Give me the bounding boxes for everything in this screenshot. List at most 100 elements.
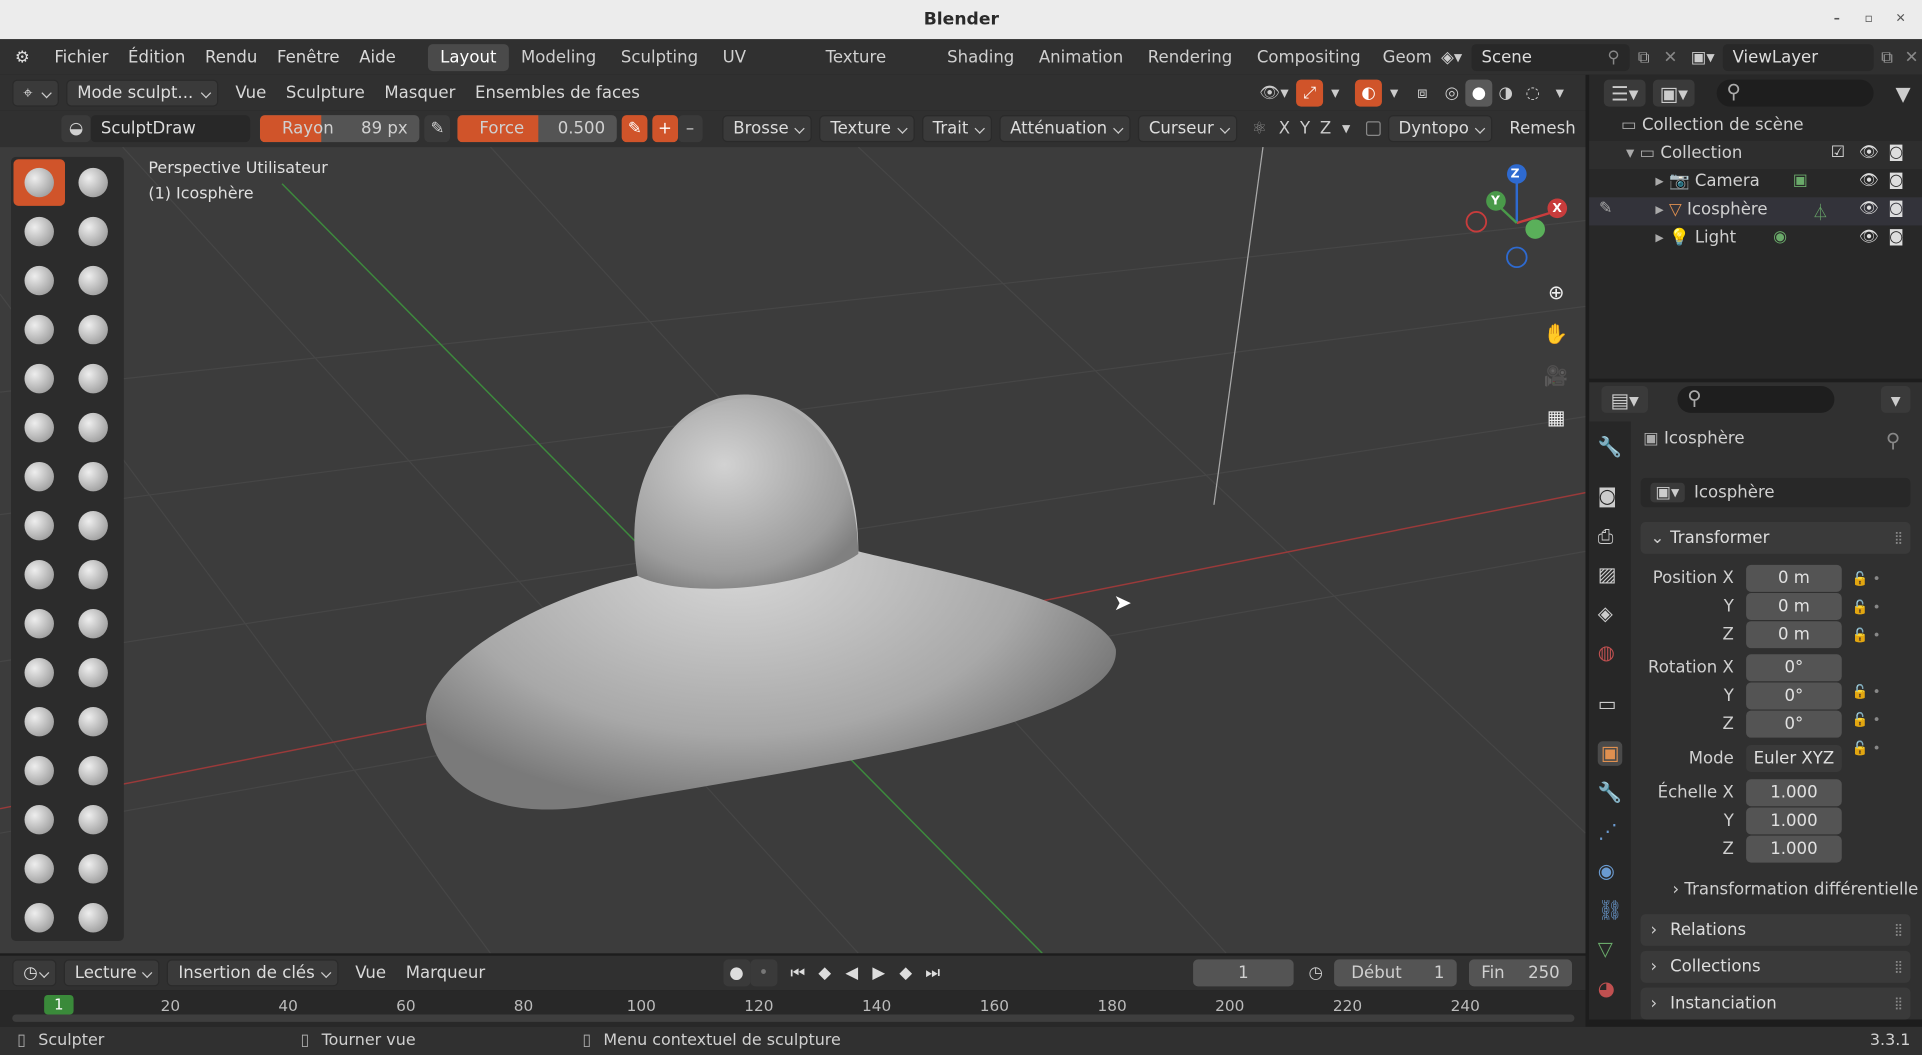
transform-panel-header[interactable]: ⌄ Transformer ⣿ <box>1640 521 1911 554</box>
expand-icon[interactable]: ▸ <box>1655 200 1669 220</box>
layer-tool[interactable] <box>67 257 119 304</box>
timeline-scrollbar[interactable] <box>12 1014 1575 1022</box>
symmetry-dropdown-icon[interactable]: ▾ <box>1336 119 1357 139</box>
smear-tool[interactable] <box>67 845 119 892</box>
options-dropdown-icon[interactable]: ▾ <box>1880 385 1911 413</box>
strength-pressure-icon[interactable]: ✎ <box>622 115 648 143</box>
instancing-panel-header[interactable]: › Instanciation ⣿ <box>1640 987 1911 1020</box>
delete-scene-icon[interactable]: ✕ <box>1658 47 1682 67</box>
symmetry-z[interactable]: Z <box>1315 119 1336 139</box>
collection-eye-icon[interactable]: 👁 <box>1859 143 1879 161</box>
outliner-search-input[interactable]: ⚲ <box>1716 79 1874 107</box>
scrape-tool[interactable] <box>13 453 65 500</box>
scale-z-field[interactable]: 1.000 <box>1746 835 1842 863</box>
properties-search-input[interactable]: ⚲ <box>1677 385 1835 413</box>
output-tab-icon[interactable]: ⎙ <box>1598 524 1623 549</box>
slide-relax-tool[interactable] <box>13 698 65 745</box>
visibility-icon[interactable]: 👁▾ <box>1252 83 1296 103</box>
relations-panel-header[interactable]: › Relations ⣿ <box>1640 914 1911 946</box>
texture-dropdown[interactable]: Texture <box>819 115 915 143</box>
material-tab-icon[interactable]: ◕ <box>1598 977 1623 1002</box>
flatten-tool[interactable] <box>13 404 65 451</box>
rendered-shading-icon[interactable]: ◌ <box>1519 83 1546 103</box>
record-icon[interactable]: ● <box>723 959 751 987</box>
light-data-icon[interactable]: ◉ <box>1773 228 1787 246</box>
elastic-deform-tool[interactable] <box>13 551 65 598</box>
pan-hand-icon[interactable]: ✋ <box>1540 317 1572 349</box>
pin-icon[interactable]: ⚲ <box>1886 429 1900 452</box>
keying-menu[interactable]: Insertion de clés <box>167 959 339 987</box>
play-reverse-icon[interactable]: ◀ <box>838 959 865 986</box>
marker-menu[interactable]: Marqueur <box>396 963 495 983</box>
new-view-layer-icon[interactable]: ⧉ <box>1874 47 1901 67</box>
data-tab-icon[interactable]: ▽ <box>1598 937 1623 962</box>
3d-viewport[interactable]: Perspective Utilisateur (1) Icosphère Z … <box>0 147 1586 954</box>
boundary-tool[interactable] <box>67 698 119 745</box>
close-icon[interactable]: ✕ <box>1891 10 1911 30</box>
icosphere-render-icon[interactable]: ◙ <box>1888 200 1903 218</box>
timeline-view-menu[interactable]: Vue <box>345 963 396 983</box>
playhead-marker[interactable]: 1 <box>44 994 74 1015</box>
menu-mask[interactable]: Masquer <box>375 83 466 103</box>
delete-view-layer-icon[interactable]: ✕ <box>1900 47 1922 67</box>
collection-camera-icon[interactable]: ◙ <box>1888 143 1903 161</box>
view-layer-tab-icon[interactable]: ▨ <box>1598 562 1623 587</box>
collection-tab-icon[interactable]: ▭ <box>1598 692 1623 717</box>
snake-hook-tool[interactable] <box>67 551 119 598</box>
ortho-grid-icon[interactable]: ▦ <box>1540 401 1572 433</box>
clay-strips-tool[interactable] <box>67 208 119 255</box>
next-keyframe-icon[interactable]: ◆ <box>892 959 919 986</box>
scale-y-field[interactable]: 1.000 <box>1746 807 1842 835</box>
object-name-field[interactable]: ▣▾ Icosphère <box>1640 477 1911 508</box>
maximize-icon[interactable]: ▫ <box>1859 10 1879 30</box>
overlay-dropdown-icon[interactable]: ▾ <box>1382 83 1407 103</box>
draw-sharp-tool[interactable] <box>67 159 119 206</box>
strength-slider[interactable]: Force 0.500 <box>457 115 618 143</box>
crease-tool[interactable] <box>13 355 65 402</box>
particles-tab-icon[interactable]: ⋰ <box>1598 820 1623 845</box>
start-frame-field[interactable]: Début 1 <box>1334 959 1457 987</box>
tab-rendering[interactable]: Rendering <box>1135 43 1244 70</box>
expand-icon[interactable]: ▸ <box>1655 228 1669 248</box>
world-tab-icon[interactable]: ◍ <box>1598 641 1623 666</box>
mode-select[interactable]: Mode sculpt... <box>66 79 219 106</box>
mesh-data-icon[interactable]: ⏃ <box>1812 200 1828 223</box>
symmetry-y[interactable]: Y <box>1295 119 1316 139</box>
outliner-editor-icon[interactable]: ☰▾ <box>1603 79 1646 107</box>
scale-x-field[interactable]: 1.000 <box>1746 779 1842 807</box>
constraints-tab-icon[interactable]: ⛓ <box>1598 898 1623 923</box>
camera-render-icon[interactable]: ◙ <box>1888 172 1903 190</box>
tab-layout[interactable]: Layout <box>427 43 509 71</box>
tab-animation[interactable]: Animation <box>1027 43 1136 70</box>
clock-icon[interactable]: ◷ <box>1302 959 1329 986</box>
collections-panel-header[interactable]: › Collections ⣿ <box>1640 950 1911 983</box>
light-eye-icon[interactable]: 👁 <box>1859 228 1879 246</box>
light-render-icon[interactable]: ◙ <box>1888 228 1903 246</box>
radius-slider[interactable]: Rayon 89 px <box>259 115 420 143</box>
camera-eye-icon[interactable]: 👁 <box>1859 172 1879 190</box>
drag-handle-icon[interactable]: ⣿ <box>1894 960 1903 973</box>
collection-checkbox-icon[interactable]: ☑ <box>1831 143 1845 161</box>
grab-tool[interactable] <box>67 502 119 549</box>
edit-brush-icon[interactable]: ✎ <box>1599 200 1612 218</box>
outliner-scene-collection[interactable]: ▭ Collection de scène <box>1621 115 1804 135</box>
tab-modeling[interactable]: Modeling <box>509 43 609 70</box>
zoom-icon[interactable]: ⊕ <box>1540 276 1572 308</box>
tool-tab-icon[interactable]: 🔧 <box>1598 435 1623 460</box>
material-shading-icon[interactable]: ◑ <box>1492 83 1519 103</box>
pinch-tool[interactable] <box>13 502 65 549</box>
play-icon[interactable]: ▶ <box>865 959 892 986</box>
drag-handle-icon[interactable]: ⣿ <box>1894 923 1903 936</box>
camera-view-icon[interactable]: 🎥 <box>1540 359 1572 391</box>
modifier-tab-icon[interactable]: 🔧 <box>1598 781 1623 806</box>
falloff-dropdown[interactable]: Atténuation <box>999 115 1131 143</box>
minimize-icon[interactable]: – <box>1827 10 1847 30</box>
dyntopo-dropdown[interactable]: Dyntopo <box>1387 115 1493 143</box>
wireframe-shading-icon[interactable]: ◎ <box>1438 83 1465 103</box>
tab-uv-editing[interactable]: UV Editing <box>710 43 813 94</box>
lock-icons[interactable]: 🔓 • 🔓 • 🔓 • 🔓 • 🔓 • 🔓 • <box>1852 565 1881 762</box>
overlay-toggle-icon[interactable]: ◐ <box>1354 79 1382 106</box>
physics-tab-icon[interactable]: ◉ <box>1598 859 1623 884</box>
keyframe-icon[interactable]: • <box>750 959 777 987</box>
drag-handle-icon[interactable]: ⣿ <box>1894 531 1903 544</box>
